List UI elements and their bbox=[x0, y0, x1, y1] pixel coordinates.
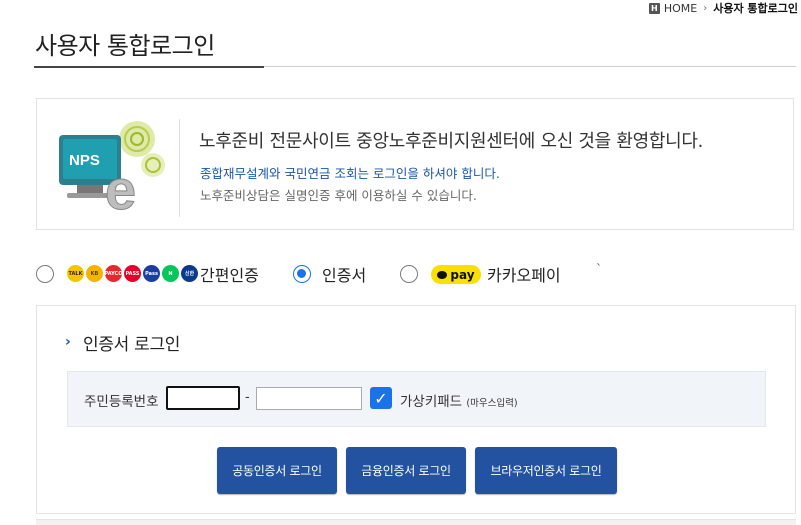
breadcrumb-home-link[interactable]: HOME bbox=[664, 2, 697, 15]
login-required-notice: 종합재무설계와 국민연금 조회는 로그인을 하셔야 합니다. bbox=[200, 166, 500, 181]
e-logo-text: e bbox=[105, 158, 136, 217]
nps-logo-text: NPS bbox=[69, 152, 100, 169]
breadcrumb: H HOME › 사용자 통합로그인 bbox=[648, 0, 798, 16]
shinhan-icon: 신한 bbox=[181, 265, 198, 282]
browser-certificate-login-button[interactable]: 브라우저인증서 로그인 bbox=[475, 447, 617, 494]
title-divider-accent bbox=[34, 66, 264, 68]
virtual-keypad-label-text: 가상키패드 bbox=[400, 394, 463, 410]
kb-icon: KB bbox=[86, 265, 103, 282]
virtual-keypad-note: (마우스입력) bbox=[466, 398, 518, 409]
breadcrumb-current: 사용자 통합로그인 bbox=[713, 2, 798, 15]
joint-certificate-login-button[interactable]: 공동인증서 로그인 bbox=[217, 447, 337, 494]
page-title: 사용자 통합로그인 bbox=[35, 32, 215, 60]
panel-title: 인증서 로그인 bbox=[83, 335, 181, 355]
financial-certificate-login-button[interactable]: 금융인증서 로그인 bbox=[346, 447, 466, 494]
welcome-divider bbox=[179, 119, 180, 217]
simple-auth-label[interactable]: 간편인증 bbox=[200, 262, 259, 286]
speech-bubble-icon bbox=[437, 270, 448, 279]
welcome-panel: NPS e 노후준비 전문사이트 중앙노후준비지원센터에 오신 것을 환영합니다… bbox=[36, 98, 794, 230]
pass-icon: PASS bbox=[124, 265, 141, 282]
chevron-right-icon: › bbox=[65, 334, 71, 350]
kakaopay-icon: pay bbox=[431, 265, 481, 284]
virtual-keypad-checkbox[interactable]: ✓ bbox=[370, 387, 392, 409]
kakaopay-auth-radio[interactable] bbox=[400, 265, 418, 283]
naver-icon: N bbox=[162, 265, 179, 282]
auth-required-notice: 노후준비상담은 실명인증 후에 이용하실 수 있습니다. bbox=[200, 188, 477, 203]
virtual-keypad-label[interactable]: 가상키패드 (마우스입력) bbox=[400, 390, 518, 410]
samsung-pass-icon: Pass bbox=[143, 265, 160, 282]
ssn-dash: - bbox=[245, 390, 250, 405]
ssn-back-input[interactable] bbox=[256, 387, 362, 410]
certificate-login-panel: › 인증서 로그인 주민등록번호 - ✓ 가상키패드 (마우스입력) 공동인증서… bbox=[36, 305, 796, 514]
welcome-message: 노후준비 전문사이트 중앙노후준비지원센터에 오신 것을 환영합니다. bbox=[199, 131, 704, 152]
simple-auth-provider-icons: TALK KB PAYCO PASS Pass N 신한 bbox=[67, 265, 198, 282]
ssn-label: 주민등록번호 bbox=[84, 394, 159, 410]
simple-auth-radio[interactable] bbox=[36, 265, 54, 283]
ssn-form-row: 주민등록번호 - ✓ 가상키패드 (마우스입력) bbox=[67, 371, 766, 427]
kakaopay-badge-text: pay bbox=[450, 267, 475, 282]
stray-mark: ` bbox=[596, 262, 602, 276]
kakaopay-auth-label[interactable]: 카카오페이 bbox=[487, 262, 561, 286]
certificate-auth-radio[interactable] bbox=[293, 265, 311, 283]
nps-logo-icon: NPS e bbox=[59, 121, 165, 217]
footer-divider bbox=[36, 519, 796, 525]
home-icon[interactable]: H bbox=[648, 2, 660, 14]
chevron-right-icon: › bbox=[703, 2, 708, 14]
ssn-front-input[interactable] bbox=[166, 386, 240, 410]
payco-icon: PAYCO bbox=[105, 265, 122, 282]
kakao-talk-icon: TALK bbox=[67, 265, 84, 282]
checkmark-icon: ✓ bbox=[374, 388, 388, 408]
certificate-auth-label[interactable]: 인증서 bbox=[322, 262, 366, 286]
